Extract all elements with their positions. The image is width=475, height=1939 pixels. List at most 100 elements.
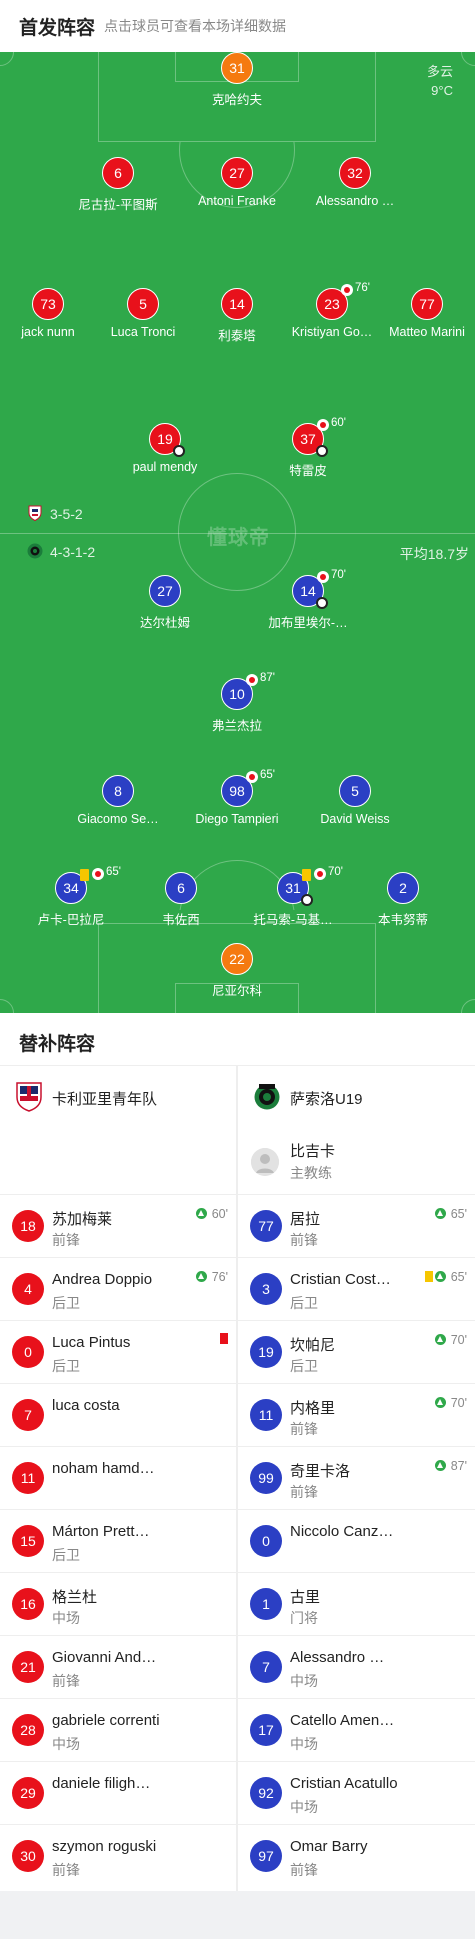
player-marker[interactable]: 2 本韦努蒂 <box>348 872 458 927</box>
home-team-header: 卡利亚里青年队 <box>0 1066 236 1128</box>
away-team-crest-icon <box>27 543 43 559</box>
sub-name: 苏加梅莱 <box>52 1211 113 1228</box>
sub-number: 15 <box>12 1525 44 1557</box>
sub-number: 77 <box>250 1210 282 1242</box>
yellow-card-icon <box>425 1271 433 1282</box>
weather-condition: 多云 <box>426 64 453 79</box>
player-marker[interactable]: 37 60' 特雷皮 <box>253 417 363 478</box>
coach-row[interactable]: 比吉卡 主教练 <box>238 1128 474 1194</box>
home-subs-column: 卡利亚里青年队 18 苏加梅莱 前锋 60' 4 Andrea Doppio 后… <box>0 1066 236 1891</box>
substitution-time: 65' <box>260 769 275 781</box>
player-marker[interactable]: 14 70' 加布里埃尔-… <box>253 569 363 630</box>
player-name: 特雷皮 <box>289 464 327 478</box>
player-name: 韦佐西 <box>162 913 200 927</box>
sub-player-row[interactable]: 11 内格里 前锋 70' <box>238 1383 475 1446</box>
sub-name: Cristian Acatullo <box>290 1775 398 1792</box>
player-marker[interactable]: 6 韦佐西 <box>126 872 236 927</box>
player-name: 弗兰杰拉 <box>211 719 262 733</box>
player-number: 5 <box>127 288 159 320</box>
player-name: 加布里埃尔-… <box>268 616 348 630</box>
lineup-header: 首发阵容 点击球员可查看本场详细数据 <box>0 0 475 52</box>
sub-player-row[interactable]: 7 luca costa <box>0 1383 236 1446</box>
sub-player-row[interactable]: 17 Catello Amen… 中场 <box>238 1698 475 1761</box>
sub-player-row[interactable]: 92 Cristian Acatullo 中场 <box>238 1761 475 1824</box>
player-number: 32 <box>339 157 371 189</box>
sub-name: Omar Barry <box>290 1838 368 1855</box>
player-marker[interactable]: 8 Giacomo Se… <box>63 775 173 827</box>
sub-player-row[interactable]: 28 gabriele correnti 中场 <box>0 1698 236 1761</box>
sub-player-row[interactable]: 19 坎帕尼 后卫 70' <box>238 1320 475 1383</box>
substitution-icon <box>92 868 104 880</box>
player-marker[interactable]: 34 65' 卢卡-巴拉尼 <box>16 866 126 927</box>
sub-player-row[interactable]: 29 daniele filighe… <box>0 1761 236 1824</box>
sub-player-row[interactable]: 30 szymon roguski 前锋 <box>0 1824 236 1887</box>
substitution-time: 60' <box>331 417 346 429</box>
player-marker[interactable]: 10 87' 弗兰杰拉 <box>182 672 292 733</box>
sub-player-row[interactable]: 0 Luca Pintus 后卫 <box>0 1320 236 1383</box>
substitution-icon <box>317 419 329 431</box>
sub-number: 1 <box>250 1588 282 1620</box>
sub-player-row[interactable]: 15 Márton Prette… 后卫 <box>0 1509 236 1572</box>
sub-in-icon <box>435 1334 446 1345</box>
player-name: David Weiss <box>320 812 390 826</box>
sub-number: 17 <box>250 1714 282 1746</box>
sub-player-row[interactable]: 97 Omar Barry 前锋 <box>238 1824 475 1887</box>
sub-player-row[interactable]: 18 苏加梅莱 前锋 60' <box>0 1194 236 1257</box>
subs-title: 替补阵容 <box>19 1034 96 1055</box>
sub-position: 前锋 <box>290 1484 318 1500</box>
sub-player-row[interactable]: 99 奇里卡洛 前锋 87' <box>238 1446 475 1509</box>
sub-number: 19 <box>250 1336 282 1368</box>
player-number: 73 <box>32 288 64 320</box>
player-number: 6 <box>102 157 134 189</box>
player-marker[interactable]: 19 paul mendy <box>110 423 220 475</box>
sub-position: 后卫 <box>52 1547 80 1563</box>
sub-name: 内格里 <box>290 1400 336 1417</box>
home-team-name: 卡利亚里青年队 <box>52 1091 158 1108</box>
sub-player-row[interactable]: 21 Giovanni And… 前锋 <box>0 1635 236 1698</box>
player-marker[interactable]: 31 70' 托马索-马基… <box>238 866 348 927</box>
coach-name: 比吉卡 <box>290 1143 336 1160</box>
away-subs-column: 萨索洛U19 比吉卡 主教练 77 居拉 前锋 65' 3 Cristian C… <box>238 1066 475 1891</box>
sub-name: Márton Prette… <box>52 1523 157 1540</box>
sub-player-row[interactable]: 7 Alessandro C… 中场 <box>238 1635 475 1698</box>
player-name: Diego Tampieri <box>195 812 279 826</box>
sub-player-row[interactable]: 16 格兰杜 中场 <box>0 1572 236 1635</box>
player-marker[interactable]: 77 Matteo Marini <box>372 288 475 340</box>
sub-number: 4 <box>12 1273 44 1305</box>
sub-name: 奇里卡洛 <box>290 1463 351 1480</box>
sub-number: 97 <box>250 1840 282 1872</box>
player-name: Alessandro … <box>315 194 395 208</box>
sub-player-row[interactable]: 3 Cristian Cost… 后卫 65' <box>238 1257 475 1320</box>
sub-position: 前锋 <box>290 1862 318 1878</box>
player-marker[interactable]: 27 达尔杜姆 <box>110 575 220 630</box>
player-marker[interactable]: 23 76' Kristiyan Go… <box>277 282 387 340</box>
sub-name: Niccolo Canzi… <box>290 1523 395 1540</box>
player-marker[interactable]: 32 Alessandro … <box>300 157 410 209</box>
player-marker[interactable]: 27 Antoni Franke <box>182 157 292 209</box>
player-marker[interactable]: 6 尼古拉-平图斯 <box>63 157 173 212</box>
sub-position: 中场 <box>290 1799 318 1815</box>
sub-position: 前锋 <box>290 1232 318 1248</box>
player-marker[interactable]: 14 利泰塔 <box>182 288 292 343</box>
sub-player-row[interactable]: 77 居拉 前锋 65' <box>238 1194 475 1257</box>
sub-position: 中场 <box>290 1673 318 1689</box>
substitution-time: 65' <box>106 866 121 878</box>
player-name: Giacomo Se… <box>77 812 159 826</box>
sub-player-row[interactable]: 4 Andrea Doppio 后卫 76' <box>0 1257 236 1320</box>
sub-number: 28 <box>12 1714 44 1746</box>
sub-player-row[interactable]: 11 noham hamd… <box>0 1446 236 1509</box>
player-marker[interactable]: 98 65' Diego Tampieri <box>182 769 292 827</box>
substitution-icon <box>246 771 258 783</box>
sub-time: 65' <box>450 1270 467 1284</box>
player-marker[interactable]: 31 克哈约夫 <box>182 52 292 107</box>
player-marker[interactable]: 22 尼亚尔科 <box>182 943 292 998</box>
sub-player-row[interactable]: 1 古里 门将 <box>238 1572 475 1635</box>
player-name: 本韦努蒂 <box>377 913 428 927</box>
player-name: 尼古拉-平图斯 <box>78 198 158 212</box>
sub-position: 中场 <box>52 1610 80 1626</box>
sub-position: 后卫 <box>52 1358 80 1374</box>
sub-number: 18 <box>12 1210 44 1242</box>
sub-player-row[interactable]: 0 Niccolo Canzi… <box>238 1509 475 1572</box>
player-marker[interactable]: 5 David Weiss <box>300 775 410 827</box>
weather: 多云 9°C <box>427 62 453 100</box>
